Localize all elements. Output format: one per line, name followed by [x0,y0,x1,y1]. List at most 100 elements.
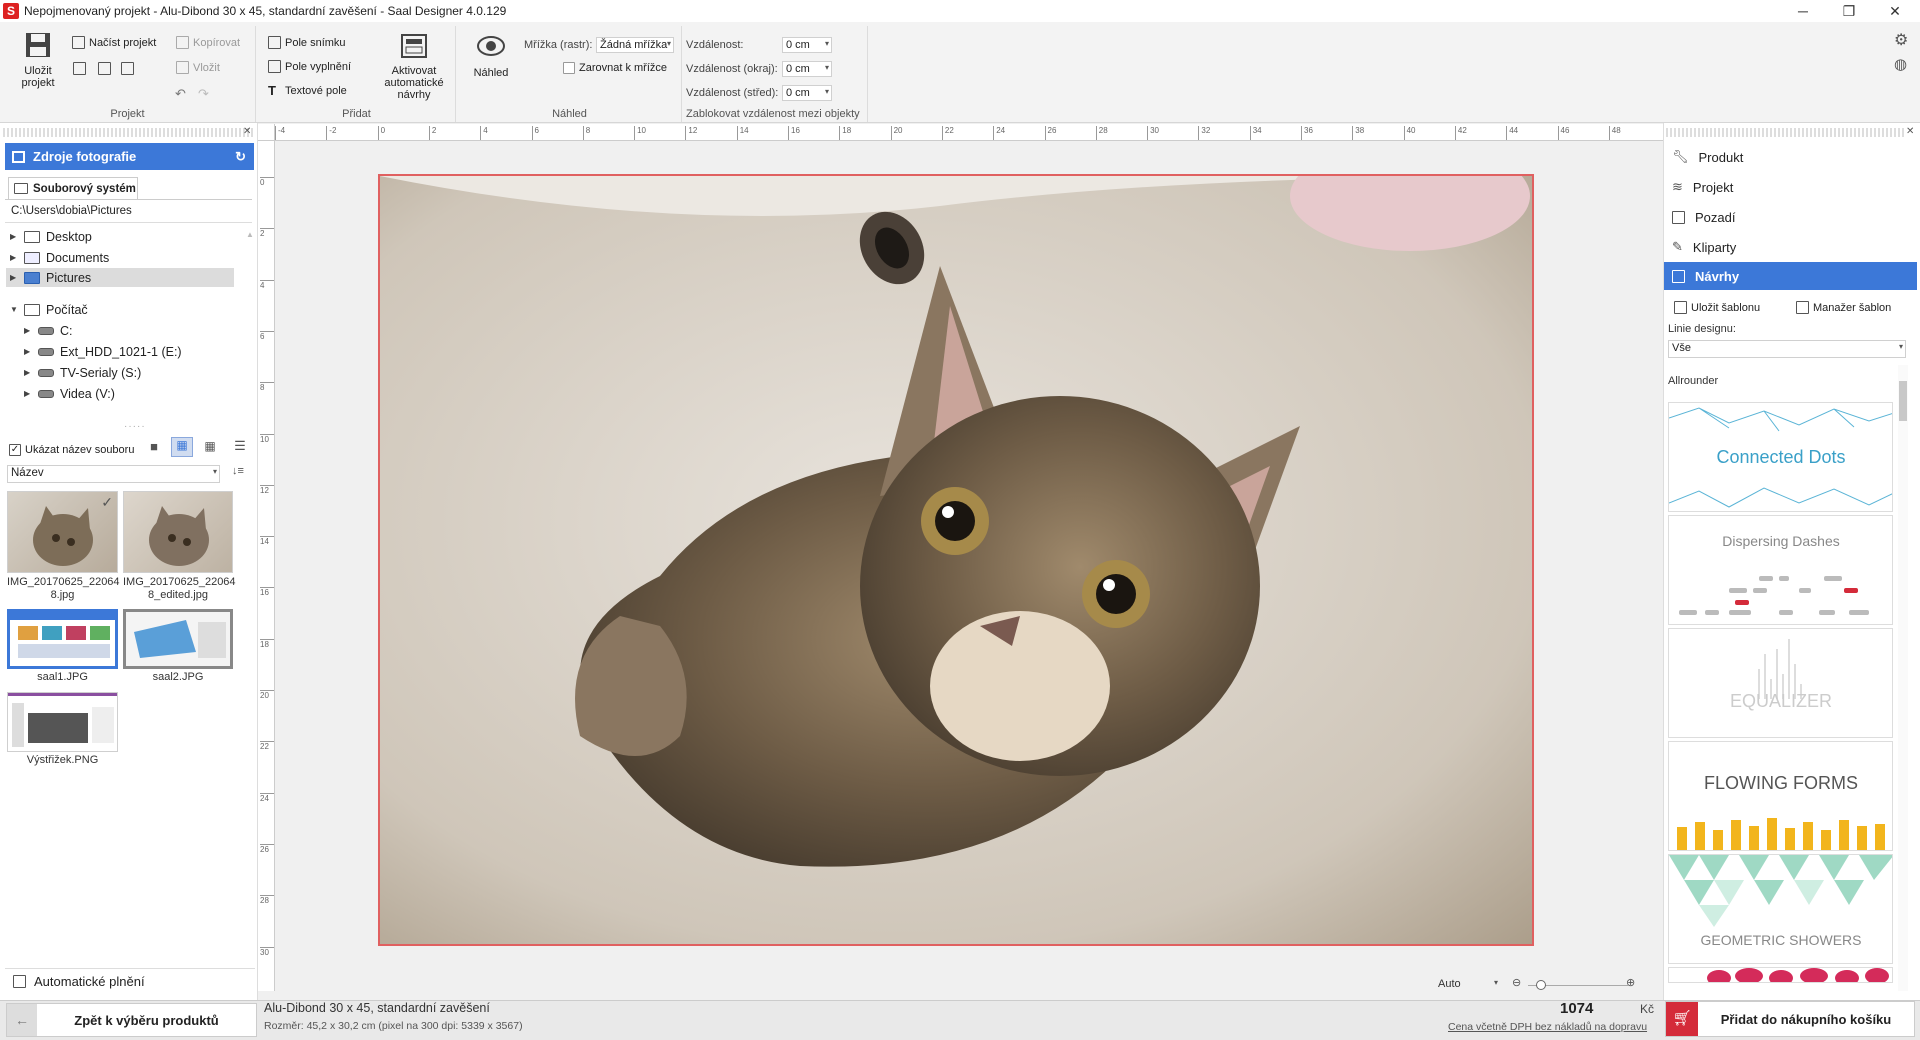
ruler-tick-label: 24 [993,126,1005,140]
template-connected-dots[interactable]: Connected Dots [1668,402,1893,512]
save-project-label: Uložit projekt [21,65,55,89]
panel-grip[interactable] [3,128,255,137]
ruler-tick-label: 36 [1301,126,1313,140]
scrollbar-thumb[interactable] [1899,381,1907,421]
sort-order-icon[interactable]: ↓≡ [232,465,244,477]
add-to-cart-button[interactable]: 🛒︎ Přidat do nákupního košíku [1665,1001,1915,1037]
show-names-checkbox[interactable]: ✓ Ukázat název souboru [9,444,143,456]
tree-label: TV-Serialy (S:) [60,365,142,380]
redo-icon[interactable]: ↷ [198,86,209,102]
photo-field-label: Pole snímku [285,36,346,49]
import-icon[interactable] [98,62,111,75]
file-thumbnail[interactable] [7,692,118,752]
photo-field-button[interactable]: Pole snímku [268,36,346,49]
tree-item-documents[interactable]: ▶ Documents [10,248,109,267]
text-field-button[interactable]: T Textové pole [268,84,347,97]
preview-label: Náhled [473,67,509,79]
refresh-icon[interactable]: ↻ [235,149,246,165]
nav-projekt[interactable]: ≋ Projekt [1672,173,1733,201]
view-list-icon[interactable]: ☰ [232,438,248,454]
tree-item-drive-c[interactable]: ▶ C: [24,321,73,340]
tree-item-pictures[interactable]: ▶ Pictures [6,268,234,287]
drive-icon [38,326,54,335]
ruler-tick-label: 22 [941,126,954,140]
template-geometric-showers[interactable]: GEOMETRIC SHOWERS [1668,854,1893,964]
nav-kliparty[interactable]: ✎ Kliparty [1672,233,1736,261]
template-manager-button[interactable]: Manažer šablon [1796,301,1891,314]
splitter-handle[interactable]: ····· [124,421,146,432]
template-manager-label: Manažer šablon [1813,301,1892,314]
globe-icon[interactable]: ◍ [1894,55,1907,73]
grid-select[interactable]: Žádná mřížka [596,37,674,53]
zoom-out-icon[interactable]: ⊖ [1512,976,1521,989]
image-frame-icon [268,36,281,49]
file-thumbnail[interactable] [7,609,118,669]
sort-select[interactable]: Název [7,465,220,483]
canvas-scrollbar[interactable] [1648,152,1660,980]
panel-close-icon[interactable]: ✕ [243,126,251,137]
auto-designs-button[interactable]: Aktivovat automatické návrhy [378,34,450,101]
tree-item-drive-e[interactable]: ▶ Ext_HDD_1021-1 (E:) [24,342,182,361]
ruler-tick-label: 24 [260,792,274,803]
distance-center-input[interactable]: 0 cm [782,85,832,101]
tree-item-desktop[interactable]: ▶ Desktop [10,227,92,246]
close-button[interactable]: ✕ [1872,0,1918,22]
template-equalizer[interactable]: EQUALIZER [1668,628,1893,738]
tab-file-system[interactable]: Souborový systém [8,177,138,199]
preview-button[interactable]: Náhled [466,34,516,79]
view-medium-icon[interactable]: ▦ [171,437,193,457]
ruler-tick-label: 28 [260,895,274,905]
file-name: IMG_20170625_22064 8_edited.jpg [123,576,236,601]
paste-button[interactable]: Vložit [176,61,220,74]
nav-navrhy[interactable]: Návrhy [1664,262,1917,290]
file-thumbnail[interactable]: ✓ [7,491,118,573]
tree-item-computer[interactable]: ▼ Počítač [10,300,88,319]
tree-item-drive-v[interactable]: ▶ Videa (V:) [24,384,115,403]
product-photo-field[interactable] [378,174,1534,946]
snap-to-grid-checkbox[interactable]: Zarovnat k mřížce [563,62,667,74]
zoom-dropdown-icon[interactable]: ▾ [1494,978,1498,987]
design-line-select[interactable]: Vše [1668,340,1906,358]
fill-field-button[interactable]: Pole vyplnění [268,60,351,73]
distance-input[interactable]: 0 cm [782,37,832,53]
load-project-button[interactable]: Načíst projekt [72,36,156,49]
price-currency: Kč [1640,1002,1655,1016]
nav-pozadi[interactable]: Pozadí [1672,203,1735,231]
auto-fill-button[interactable]: Automatické plnění [5,968,255,993]
zoom-select[interactable]: Auto [1438,978,1461,990]
save-project-button[interactable]: Uložit projekt [16,32,60,89]
back-to-products-button[interactable]: ← Zpět k výběru produktů [6,1003,257,1037]
grid-layout-icon[interactable] [121,62,134,75]
tree-item-drive-s[interactable]: ▶ TV-Serialy (S:) [24,363,141,382]
settings-gear-icon[interactable]: ⚙ [1894,30,1908,50]
file-thumbnail[interactable] [123,609,233,669]
panel-grip[interactable] [1666,128,1906,137]
file-thumbnail[interactable] [123,491,233,573]
price-note-link[interactable]: Cena včetně DPH bez nákladů na dopravu [1448,1021,1647,1033]
templates-scrollbar[interactable] [1898,365,1908,991]
panel-close-icon[interactable]: ✕ [1906,126,1914,137]
tab-file-system-label: Souborový systém [33,182,136,195]
distance-edge-input[interactable]: 0 cm [782,61,832,77]
nav-produkt[interactable]: 🔧︎ Produkt [1672,143,1743,171]
template-flowing-forms[interactable]: FLOWING FORMS [1668,741,1893,851]
template-dispersing-dashes[interactable]: Dispersing Dashes [1668,515,1893,625]
export-icon[interactable] [73,62,86,75]
distance-edge-label: Vzdálenost (okraj): [686,63,778,75]
zoom-in-icon[interactable]: ⊕ [1626,976,1635,989]
restore-button[interactable]: ❐ [1826,0,1872,22]
view-small-icon[interactable]: ▦ [202,439,218,455]
template-next[interactable] [1668,967,1893,983]
save-template-button[interactable]: Uložit šablonu [1674,301,1760,314]
copy-button[interactable]: Kopírovat [176,36,240,49]
tree-scrollbar[interactable]: ▲ [246,230,254,420]
fill-field-label: Pole vyplnění [285,60,352,73]
screenshot-thumbnail [10,612,115,658]
view-large-icon[interactable]: ■ [146,439,162,455]
templates-icon [1672,269,1685,283]
undo-icon[interactable]: ↶ [175,86,186,102]
ruler-tick-label: 42 [1454,126,1467,140]
load-project-label: Načíst projekt [89,36,157,49]
zoom-slider-handle[interactable] [1536,980,1546,990]
minimize-button[interactable]: ─ [1780,0,1826,22]
